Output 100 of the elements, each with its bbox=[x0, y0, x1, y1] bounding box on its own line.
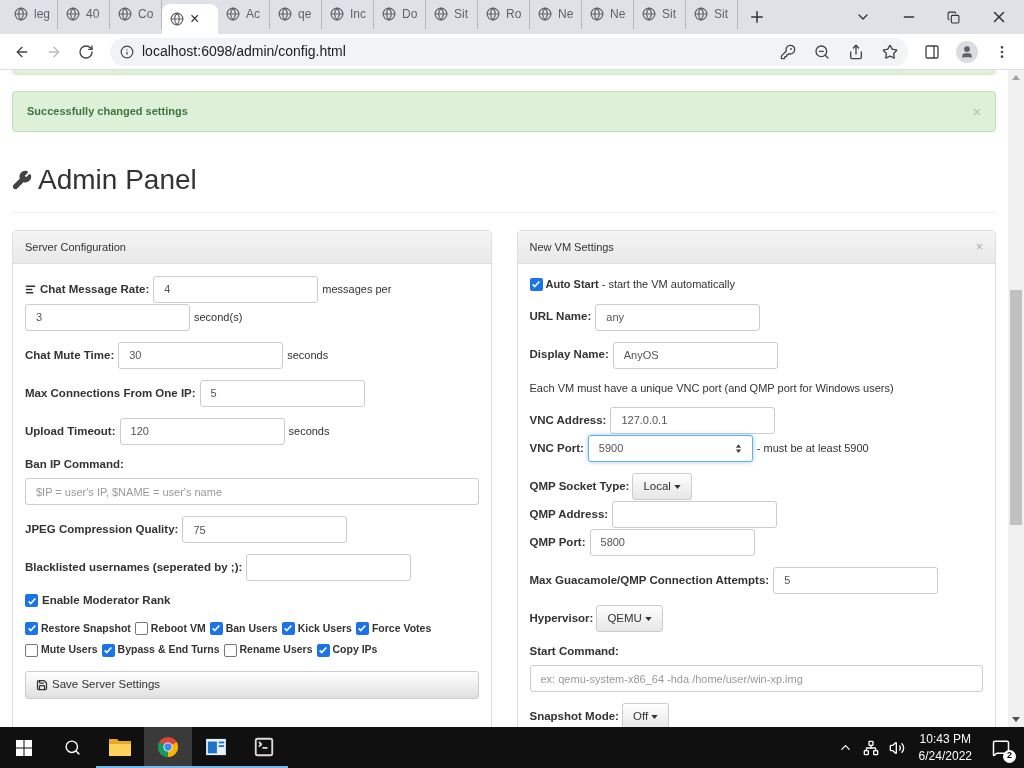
window-icon bbox=[205, 737, 227, 756]
globe-icon bbox=[226, 7, 240, 21]
list-icon bbox=[25, 284, 36, 295]
tab-title: 40 bbox=[86, 6, 100, 23]
input-field[interactable]: 120 bbox=[119, 418, 285, 445]
dropdown-button[interactable]: Local bbox=[632, 473, 692, 500]
checkbox[interactable] bbox=[281, 621, 295, 635]
input-field[interactable]: AnyOS bbox=[612, 341, 778, 369]
side-panel-icon[interactable] bbox=[924, 43, 940, 60]
field-label: VNC Port: bbox=[529, 440, 584, 456]
browser-tab[interactable]: qe bbox=[270, 0, 322, 29]
input-field[interactable]: 4 bbox=[153, 276, 319, 303]
field-label: Chat Message Rate: bbox=[40, 281, 150, 297]
input-field[interactable]: 5800 bbox=[589, 529, 755, 556]
save-button[interactable]: Save Server Settings bbox=[25, 671, 479, 699]
browser-tab[interactable]: Ac bbox=[218, 0, 270, 29]
browser-tab[interactable]: Ro bbox=[478, 0, 530, 29]
search-icon[interactable] bbox=[63, 739, 81, 756]
globe-icon bbox=[642, 7, 656, 21]
alert-text: Successfully changed settings bbox=[27, 104, 188, 120]
checkbox[interactable] bbox=[25, 594, 38, 608]
browser-tab[interactable]: Inc bbox=[322, 0, 374, 29]
browser-tab[interactable]: Sit bbox=[686, 0, 738, 29]
unit-text: seconds bbox=[288, 424, 330, 440]
scroll-down-icon[interactable] bbox=[1012, 717, 1020, 722]
input-field[interactable] bbox=[246, 554, 412, 582]
checkbox[interactable] bbox=[134, 621, 148, 635]
browser-tab[interactable]: Sit bbox=[426, 0, 478, 29]
browser-tab[interactable]: 40 bbox=[58, 0, 110, 29]
tab-title: Sit bbox=[662, 6, 676, 23]
tab-title: leg bbox=[34, 6, 50, 23]
profile-avatar[interactable] bbox=[956, 40, 978, 63]
restore-icon[interactable] bbox=[947, 10, 960, 24]
network-icon[interactable] bbox=[862, 739, 879, 756]
input-field[interactable]: any bbox=[595, 303, 761, 331]
field-label: QMP Socket Type: bbox=[529, 478, 630, 494]
field-label: JPEG Compression Quality: bbox=[25, 522, 179, 538]
scrollbar[interactable] bbox=[1008, 70, 1024, 727]
share-icon[interactable] bbox=[848, 43, 864, 60]
globe-icon bbox=[14, 7, 28, 21]
field-label: QMP Address: bbox=[529, 506, 609, 522]
checkbox[interactable] bbox=[223, 643, 237, 657]
windows-logo-icon[interactable] bbox=[16, 739, 32, 756]
browser-icon bbox=[157, 735, 179, 758]
field-label: Max Connections From One IP: bbox=[25, 385, 196, 401]
checkbox[interactable] bbox=[101, 643, 115, 657]
checkbox-label: Enable Moderator Rank bbox=[42, 593, 171, 609]
browser-tab[interactable]: Ne bbox=[530, 0, 582, 29]
input-field[interactable]: 75 bbox=[182, 516, 348, 544]
input-field[interactable]: 30 bbox=[118, 342, 284, 369]
tab-title: Sit bbox=[454, 6, 468, 23]
checkbox[interactable] bbox=[25, 643, 38, 657]
page-heading: Admin Panel bbox=[38, 163, 197, 197]
address-bar[interactable]: localhost:6098/admin/config.html bbox=[110, 37, 908, 66]
globe-icon bbox=[486, 7, 500, 21]
field-label: Upload Timeout: bbox=[25, 423, 116, 439]
input-field[interactable] bbox=[612, 501, 778, 528]
checkbox[interactable] bbox=[529, 277, 543, 291]
new-tab-icon[interactable] bbox=[748, 8, 766, 26]
browser-tab[interactable]: Do bbox=[374, 0, 426, 29]
star-icon[interactable] bbox=[882, 43, 898, 60]
input-field[interactable]: 5900 bbox=[587, 435, 753, 462]
input-field[interactable]: 3 bbox=[25, 304, 190, 331]
zoom-out-icon[interactable] bbox=[814, 43, 830, 60]
notification-icon[interactable] bbox=[992, 738, 1010, 757]
input-field[interactable]: 5 bbox=[199, 380, 365, 407]
volume-icon[interactable] bbox=[888, 739, 905, 756]
globe-icon bbox=[382, 7, 396, 21]
field-label: Hypervisor: bbox=[529, 610, 594, 626]
checkbox-label: Restore Snapshot bbox=[41, 620, 131, 636]
tab-title: Sit bbox=[714, 6, 728, 23]
taskbar-app[interactable] bbox=[144, 727, 192, 768]
checkbox[interactable] bbox=[355, 621, 369, 635]
field-label: Display Name: bbox=[529, 347, 609, 363]
dropdown-button[interactable]: Off bbox=[621, 703, 670, 727]
key-icon[interactable] bbox=[780, 43, 796, 60]
reload-icon[interactable] bbox=[78, 43, 94, 60]
close-tab-button[interactable]: × bbox=[190, 11, 200, 27]
panel-title: New VM Settings bbox=[529, 239, 614, 255]
url-text[interactable]: localhost:6098/admin/config.html bbox=[142, 41, 346, 62]
checkbox-label: Copy IPs bbox=[332, 642, 378, 658]
checkbox[interactable] bbox=[209, 621, 223, 635]
spinner-icon[interactable] bbox=[734, 443, 742, 454]
info-icon[interactable] bbox=[120, 44, 134, 59]
browser-tab[interactable]: Ne bbox=[582, 0, 634, 29]
checkbox-label: Reboot VM bbox=[150, 620, 206, 636]
browser-tab[interactable]: Sit bbox=[634, 0, 686, 29]
browser-tab[interactable]: × bbox=[162, 4, 218, 34]
clock[interactable]: 10:43 PM 6/24/2022 bbox=[914, 730, 976, 765]
globe-icon bbox=[170, 12, 184, 26]
checkbox[interactable] bbox=[25, 621, 38, 635]
browser-tab[interactable]: leg bbox=[6, 0, 58, 29]
input-field[interactable]: 127.0.0.1 bbox=[610, 407, 776, 434]
checkbox[interactable] bbox=[316, 643, 330, 657]
tab-title: Co bbox=[138, 6, 154, 23]
field-label: QMP Port: bbox=[529, 534, 586, 550]
dropdown-button[interactable]: QEMU bbox=[596, 605, 663, 632]
scroll-thumb[interactable] bbox=[1010, 290, 1022, 525]
caret-icon bbox=[644, 616, 652, 621]
input-field[interactable]: 5 bbox=[773, 567, 939, 594]
